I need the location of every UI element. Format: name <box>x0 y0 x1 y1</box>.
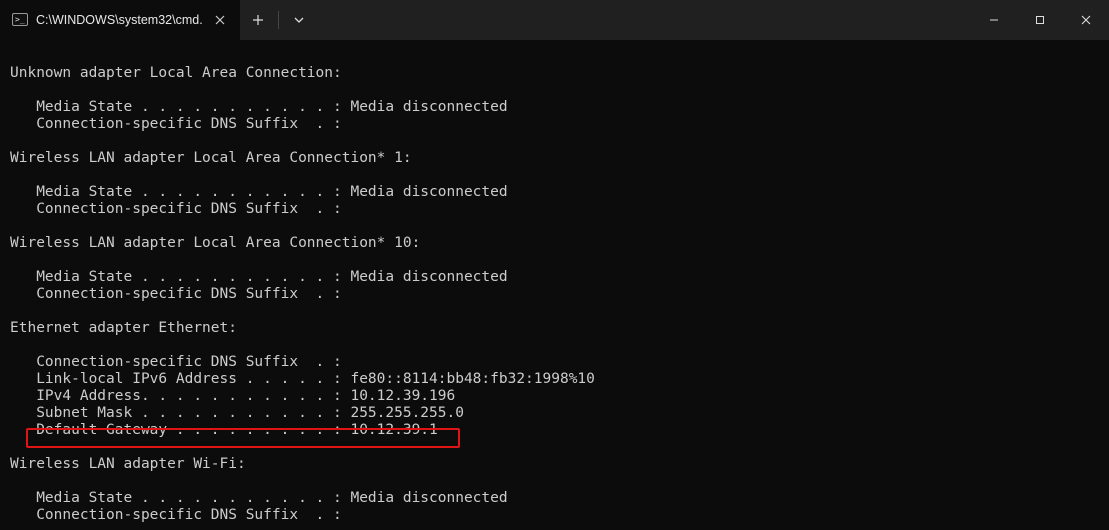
terminal-output[interactable]: Unknown adapter Local Area Connection: M… <box>0 40 1109 530</box>
divider <box>278 11 279 29</box>
close-window-button[interactable] <box>1063 0 1109 40</box>
tab-title: C:\WINDOWS\system32\cmd. <box>36 13 210 27</box>
titlebar: >_ C:\WINDOWS\system32\cmd. <box>0 0 1109 40</box>
cmd-icon: >_ <box>12 12 28 28</box>
tab-dropdown-button[interactable] <box>281 0 317 40</box>
minimize-button[interactable] <box>971 0 1017 40</box>
tab-cmd[interactable]: >_ C:\WINDOWS\system32\cmd. <box>0 0 240 40</box>
window-controls <box>971 0 1109 40</box>
maximize-button[interactable] <box>1017 0 1063 40</box>
tab-close-button[interactable] <box>210 10 230 30</box>
tab-strip <box>240 0 1109 40</box>
svg-text:>_: >_ <box>15 15 25 24</box>
new-tab-button[interactable] <box>240 0 276 40</box>
